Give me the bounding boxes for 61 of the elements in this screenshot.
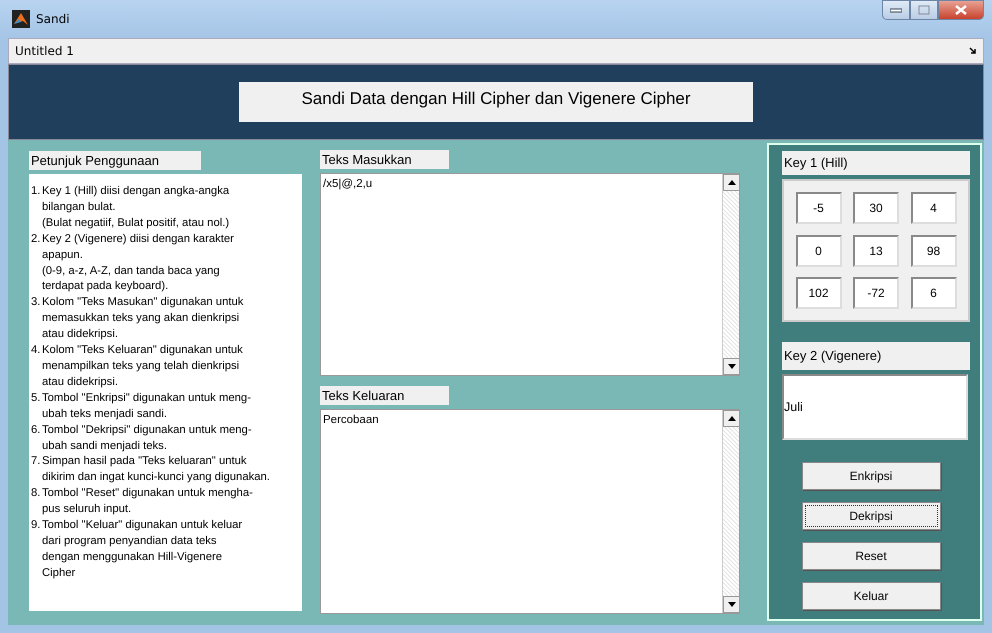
- key-cell-field[interactable]: 6: [910, 277, 956, 310]
- output-text: Percobaan: [322, 413, 380, 428]
- close-button[interactable]: [938, 0, 984, 20]
- minimize-button[interactable]: [882, 0, 910, 20]
- action-button[interactable]: Enkripsi: [802, 462, 940, 490]
- list-number: 8.: [31, 486, 42, 502]
- instruction-text: Simpan hasil pada "Teks keluaran" untuk dikirim dan ingat kunci-kunci yang digunakan.: [42, 454, 270, 486]
- instruction-text: Tombol "Enkripsi" digunakan untuk meng- ubah teks menjadi sandi.: [42, 390, 251, 422]
- key-label: Key 1 (Hill): [782, 151, 970, 175]
- window-title: Sandi: [36, 11, 70, 28]
- document-title: Untitled 1: [15, 43, 74, 60]
- list-number: 7.: [31, 454, 42, 470]
- key-cell-field[interactable]: 30: [853, 192, 899, 224]
- scrollbar[interactable]: [722, 174, 739, 375]
- close-icon: [955, 5, 967, 15]
- instruction-text: Key 1 (Hill) diisi dengan angka-angka bilangan bulat. (Bulat negatiif, Bulat positif, atau nol.): [42, 184, 230, 231]
- input-text: /x5|@,2,u: [322, 177, 374, 192]
- section-label: Petunjuk Penggunaan: [29, 151, 201, 170]
- action-button[interactable]: Keluar: [802, 582, 940, 610]
- key-cell-field[interactable]: -72: [853, 277, 899, 310]
- dock-arrow-icon[interactable]: [969, 47, 977, 55]
- key-cell-field[interactable]: 98: [910, 234, 956, 266]
- key-cell-field[interactable]: 4: [910, 192, 956, 224]
- key-cell-field[interactable]: -5: [796, 192, 842, 224]
- input-textarea[interactable]: /x5|@,2,u: [320, 173, 740, 376]
- instruction-text: Tombol "Dekripsi" digunakan untuk meng- ubah sandi menjadi teks.: [42, 422, 252, 454]
- maximize-icon: [918, 5, 930, 15]
- list-number: 9.: [31, 518, 42, 534]
- key-cell-field[interactable]: 0: [796, 234, 842, 266]
- scroll-down-button[interactable]: [723, 596, 740, 613]
- instruction-text: Key 2 (Vigenere) diisi dengan karakter apapun. (0-9, a-z, A-Z, dan tanda baca yang terdapat pada keyboard).: [42, 232, 234, 294]
- list-number: 2.: [31, 232, 42, 247]
- list-number: 5.: [31, 390, 42, 406]
- app-title: Sandi Data dengan Hill Cipher dan Vigenere Cipher: [239, 82, 753, 122]
- minimize-icon: [890, 7, 902, 13]
- scroll-up-button[interactable]: [723, 410, 740, 427]
- list-number: 4.: [31, 343, 42, 358]
- scrollbar[interactable]: [722, 410, 739, 613]
- app-icon: [12, 10, 30, 28]
- output-textarea[interactable]: Percobaan: [320, 409, 740, 614]
- key-cell-field[interactable]: 13: [853, 234, 899, 266]
- key-field[interactable]: Juli: [782, 374, 968, 440]
- up-arrow-icon: [728, 416, 736, 421]
- list-number: 6.: [31, 422, 42, 438]
- key-label: Key 2 (Vigenere): [782, 342, 970, 370]
- action-button[interactable]: Dekripsi: [802, 502, 940, 530]
- up-arrow-icon: [728, 180, 736, 185]
- down-arrow-icon: [728, 364, 736, 369]
- list-number: 3.: [31, 295, 42, 310]
- instruction-text: Tombol "Keluar" digunakan untuk keluar dari program penyandian data teks dengan menggunakan Hill-Vigenere Cipher: [42, 518, 242, 581]
- down-arrow-icon: [728, 602, 736, 607]
- key-cell-field[interactable]: 102: [796, 277, 842, 310]
- scroll-up-button[interactable]: [723, 174, 740, 191]
- instruction-text: Kolom "Teks Keluaran" digunakan untuk menampilkan teks yang telah dienkripsi atau didekripsi.: [42, 343, 243, 390]
- scroll-down-button[interactable]: [723, 358, 740, 375]
- instruction-text: Tombol "Reset" digunakan untuk mengha- pus seluruh input.: [42, 486, 253, 518]
- action-button[interactable]: Reset: [802, 542, 940, 570]
- field-label: Teks Masukkan: [320, 150, 449, 169]
- field-label: Teks Keluaran: [320, 386, 449, 405]
- list-number: 1.: [31, 184, 42, 199]
- instruction-text: Kolom "Teks Masukan" digunakan untuk memasukkan teks yang akan dienkripsi atau didekripsi.: [42, 295, 244, 342]
